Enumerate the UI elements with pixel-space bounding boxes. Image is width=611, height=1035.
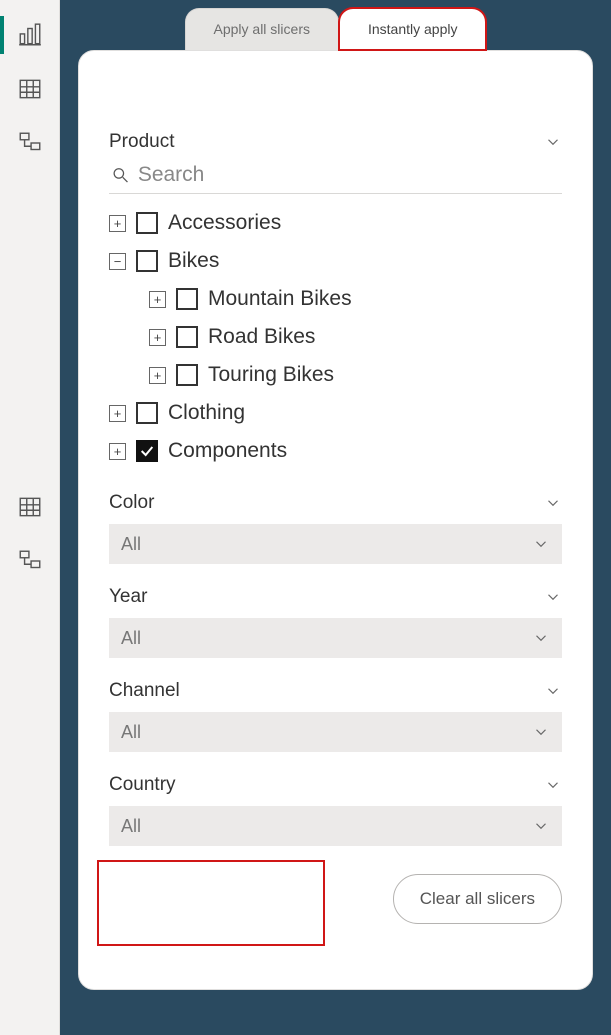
tree-row[interactable]: + Clothing <box>109 394 562 432</box>
search-input[interactable] <box>138 163 560 187</box>
year-slicer: Year All <box>109 586 562 658</box>
checkbox[interactable] <box>136 440 158 462</box>
chevron-down-icon <box>532 535 550 553</box>
expand-icon[interactable]: + <box>149 291 166 308</box>
model-icon <box>17 548 43 574</box>
product-tree: + Accessories − Bikes + Mountain Bikes + Road B… <box>109 204 562 470</box>
chevron-down-icon[interactable] <box>544 682 562 700</box>
channel-dropdown[interactable]: All <box>109 712 562 752</box>
year-dropdown[interactable]: All <box>109 618 562 658</box>
tree-label: Touring Bikes <box>208 363 334 387</box>
expand-icon[interactable]: + <box>109 443 126 460</box>
checkbox[interactable] <box>136 402 158 424</box>
channel-value: All <box>121 722 141 743</box>
tree-label: Clothing <box>168 401 245 425</box>
product-slicer-header: Product <box>109 131 562 153</box>
tree-label: Road Bikes <box>208 325 315 349</box>
chevron-down-icon[interactable] <box>544 588 562 606</box>
channel-slicer: Channel All <box>109 680 562 752</box>
country-value: All <box>121 816 141 837</box>
nav-model-view[interactable] <box>7 120 53 166</box>
tree-row[interactable]: + Accessories <box>109 204 562 242</box>
color-title: Color <box>109 492 154 514</box>
panel-footer: Clear all slicers <box>109 874 562 924</box>
chevron-down-icon <box>532 629 550 647</box>
checkbox[interactable] <box>176 326 198 348</box>
expand-icon[interactable]: + <box>149 329 166 346</box>
nav-table-secondary[interactable] <box>7 484 53 530</box>
tree-row[interactable]: − Bikes <box>109 242 562 280</box>
checkbox[interactable] <box>136 212 158 234</box>
collapse-icon[interactable]: − <box>109 253 126 270</box>
product-title: Product <box>109 131 174 153</box>
search-icon <box>111 165 130 185</box>
color-value: All <box>121 534 141 555</box>
table-icon <box>17 76 43 102</box>
check-icon <box>139 443 155 459</box>
tree-row[interactable]: + Mountain Bikes <box>109 280 562 318</box>
nav-data-view[interactable] <box>7 66 53 112</box>
tree-label: Bikes <box>168 249 219 273</box>
tree-row[interactable]: + Touring Bikes <box>109 356 562 394</box>
slicer-panel: Product + Accessories − Bikes + Mountain Bike… <box>78 50 593 990</box>
checkbox[interactable] <box>176 364 198 386</box>
tree-label: Accessories <box>168 211 281 235</box>
clear-all-slicers-button[interactable]: Clear all slicers <box>393 874 562 924</box>
chevron-down-icon <box>532 723 550 741</box>
product-search[interactable] <box>109 159 562 194</box>
nav-model-secondary[interactable] <box>7 538 53 584</box>
left-nav-rail <box>0 0 60 1035</box>
chevron-down-icon[interactable] <box>544 494 562 512</box>
expand-icon[interactable]: + <box>109 215 126 232</box>
table-icon <box>17 494 43 520</box>
main-area: Apply all slicers Instantly apply Produc… <box>60 0 611 1035</box>
checkbox[interactable] <box>136 250 158 272</box>
country-slicer: Country All <box>109 774 562 846</box>
country-dropdown[interactable]: All <box>109 806 562 846</box>
chevron-down-icon <box>532 817 550 835</box>
tree-label: Mountain Bikes <box>208 287 352 311</box>
checkbox[interactable] <box>176 288 198 310</box>
tab-instantly-apply[interactable]: Instantly apply <box>339 8 487 50</box>
chevron-down-icon[interactable] <box>544 133 562 151</box>
expand-icon[interactable]: + <box>109 405 126 422</box>
tree-row[interactable]: + Components <box>109 432 562 470</box>
highlight-box <box>97 860 325 946</box>
chevron-down-icon[interactable] <box>544 776 562 794</box>
color-slicer: Color All <box>109 492 562 564</box>
model-icon <box>17 130 43 156</box>
channel-title: Channel <box>109 680 180 702</box>
year-value: All <box>121 628 141 649</box>
tab-strip: Apply all slicers Instantly apply <box>78 0 593 50</box>
expand-icon[interactable]: + <box>149 367 166 384</box>
tree-label: Components <box>168 439 287 463</box>
color-dropdown[interactable]: All <box>109 524 562 564</box>
year-title: Year <box>109 586 147 608</box>
nav-report-view[interactable] <box>7 12 53 58</box>
tab-apply-all-slicers[interactable]: Apply all slicers <box>185 8 339 50</box>
tree-row[interactable]: + Road Bikes <box>109 318 562 356</box>
bar-chart-icon <box>17 22 43 48</box>
country-title: Country <box>109 774 176 796</box>
